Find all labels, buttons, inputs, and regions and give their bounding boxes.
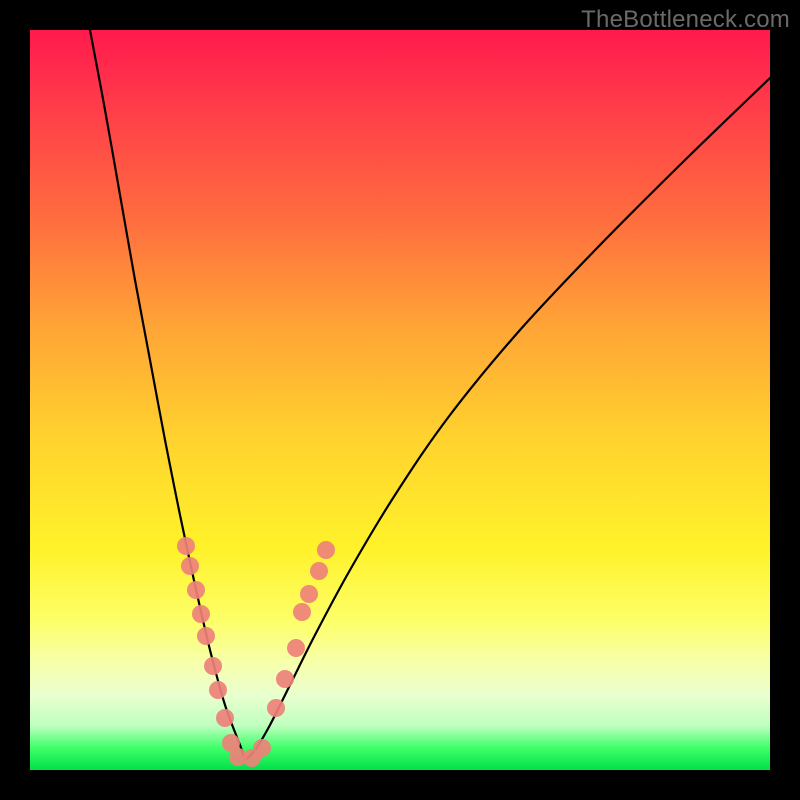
marker-point	[317, 541, 335, 559]
right-branch-curve	[245, 78, 770, 760]
plot-area	[30, 30, 770, 770]
chart-frame: TheBottleneck.com	[0, 0, 800, 800]
marker-group	[177, 537, 335, 767]
marker-point	[216, 709, 234, 727]
marker-point	[300, 585, 318, 603]
curves-svg	[30, 30, 770, 770]
left-branch-curve	[90, 30, 245, 760]
marker-point	[197, 627, 215, 645]
marker-point	[253, 739, 271, 757]
marker-point	[181, 557, 199, 575]
marker-point	[293, 603, 311, 621]
marker-point	[310, 562, 328, 580]
marker-point	[177, 537, 195, 555]
marker-point	[187, 581, 205, 599]
marker-point	[287, 639, 305, 657]
marker-point	[192, 605, 210, 623]
marker-point	[276, 670, 294, 688]
marker-point	[209, 681, 227, 699]
marker-point	[267, 699, 285, 717]
marker-point	[204, 657, 222, 675]
